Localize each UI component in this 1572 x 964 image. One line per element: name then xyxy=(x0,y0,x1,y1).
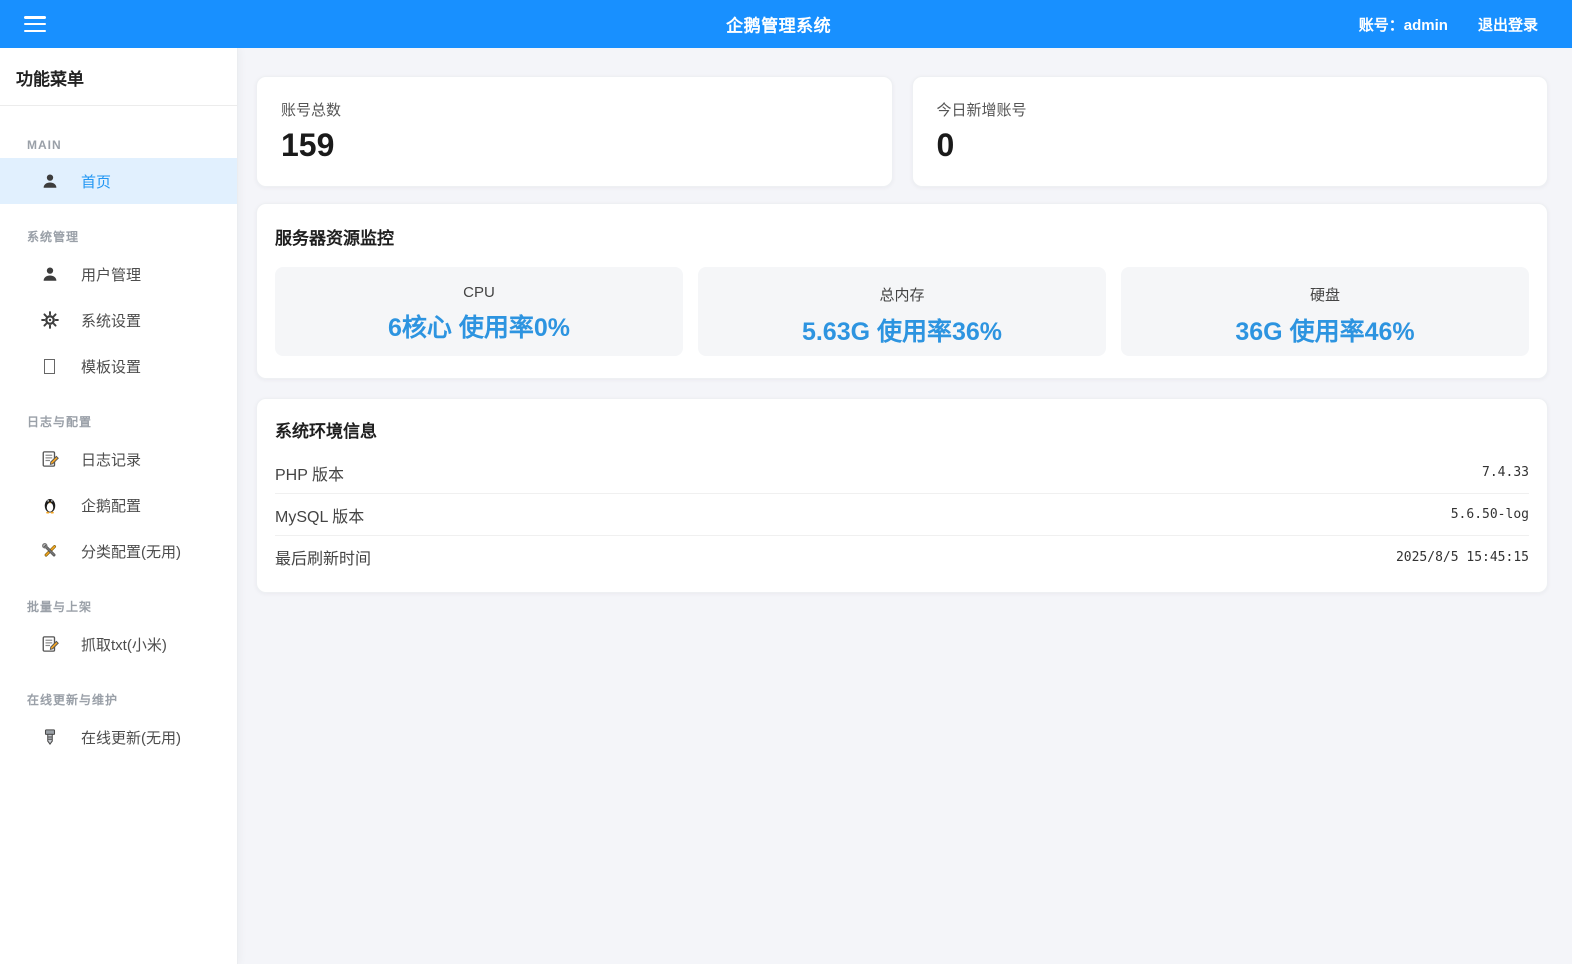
stat-value: 0 xyxy=(937,128,1524,163)
template-icon xyxy=(40,357,59,376)
sidebar-item-grab-txt[interactable]: 抓取txt(小米) xyxy=(0,621,237,667)
main-content: 账号总数 159 今日新增账号 0 服务器资源监控 CPU 6核心 使用率0% … xyxy=(238,48,1572,964)
metric-label: CPU xyxy=(285,284,673,301)
metric-label: 总内存 xyxy=(708,284,1096,305)
metric-cpu: CPU 6核心 使用率0% xyxy=(275,267,683,356)
metric-disk: 硬盘 36G 使用率46% xyxy=(1121,267,1529,356)
sidebar-item-label: 系统设置 xyxy=(81,310,141,331)
sidebar-item-label: 用户管理 xyxy=(81,264,141,285)
penguin-icon xyxy=(40,496,59,515)
system-env-title: 系统环境信息 xyxy=(275,417,1529,442)
app-title: 企鹅管理系统 xyxy=(726,12,831,37)
user-icon xyxy=(40,265,59,284)
env-row-php: PHP 版本 7.4.33 xyxy=(275,452,1529,494)
env-value: 2025/8/5 15:45:15 xyxy=(1396,550,1529,565)
home-user-icon xyxy=(40,172,59,191)
section-label-logs: 日志与配置 xyxy=(0,413,237,430)
update-bolt-icon xyxy=(40,728,59,747)
env-row-mysql: MySQL 版本 5.6.50-log xyxy=(275,494,1529,536)
sidebar-menu: MAIN 首页 系统管理 用户管理 xyxy=(0,106,237,760)
section-label-system: 系统管理 xyxy=(0,228,237,245)
sidebar-item-label: 抓取txt(小米) xyxy=(81,634,167,655)
sidebar-item-user-management[interactable]: 用户管理 xyxy=(0,251,237,297)
server-monitor-card: 服务器资源监控 CPU 6核心 使用率0% 总内存 5.63G 使用率36% 硬… xyxy=(256,203,1548,379)
sidebar-item-label: 模板设置 xyxy=(81,356,141,377)
system-env-card: 系统环境信息 PHP 版本 7.4.33 MySQL 版本 5.6.50-log… xyxy=(256,398,1548,593)
sidebar-item-system-settings[interactable]: 系统设置 xyxy=(0,297,237,343)
env-value: 5.6.50-log xyxy=(1451,507,1529,522)
sidebar-item-home[interactable]: 首页 xyxy=(0,158,237,204)
metric-value: 5.63G 使用率36% xyxy=(708,312,1096,348)
sidebar-item-template-settings[interactable]: 模板设置 xyxy=(0,343,237,389)
section-label-main: MAIN xyxy=(0,138,237,152)
stat-label: 账号总数 xyxy=(281,99,868,120)
metric-memory: 总内存 5.63G 使用率36% xyxy=(698,267,1106,356)
sidebar-item-label: 企鹅配置 xyxy=(81,495,141,516)
stat-value: 159 xyxy=(281,128,868,163)
gear-icon xyxy=(40,311,59,330)
sidebar: 功能菜单 MAIN 首页 系统管理 用户管理 xyxy=(0,48,238,964)
env-value: 7.4.33 xyxy=(1482,465,1529,480)
sidebar-item-penguin-config[interactable]: 企鹅配置 xyxy=(0,482,237,528)
env-label: MySQL 版本 xyxy=(275,503,364,527)
env-row-last-refresh: 最后刷新时间 2025/8/5 15:45:15 xyxy=(275,536,1529,578)
sidebar-item-online-update[interactable]: 在线更新(无用) xyxy=(0,714,237,760)
sidebar-item-label: 日志记录 xyxy=(81,449,141,470)
tools-icon xyxy=(40,542,59,561)
stat-card-new-accounts-today: 今日新增账号 0 xyxy=(912,76,1549,187)
log-memo-icon xyxy=(40,450,59,469)
sidebar-item-label: 首页 xyxy=(81,171,111,192)
stat-card-total-accounts: 账号总数 159 xyxy=(256,76,893,187)
hamburger-menu-icon[interactable] xyxy=(24,16,46,32)
sidebar-item-log-records[interactable]: 日志记录 xyxy=(0,436,237,482)
grab-memo-icon xyxy=(40,635,59,654)
sidebar-item-category-config[interactable]: 分类配置(无用) xyxy=(0,528,237,574)
top-bar: 企鹅管理系统 账号：admin 退出登录 xyxy=(0,0,1572,48)
account-label: 账号：admin xyxy=(1359,14,1448,35)
server-monitor-title: 服务器资源监控 xyxy=(275,224,1529,249)
env-label: 最后刷新时间 xyxy=(275,545,371,569)
sidebar-item-label: 分类配置(无用) xyxy=(81,541,181,562)
section-label-batch: 批量与上架 xyxy=(0,598,237,615)
metric-value: 36G 使用率46% xyxy=(1131,312,1519,348)
env-label: PHP 版本 xyxy=(275,461,344,485)
metric-label: 硬盘 xyxy=(1131,284,1519,305)
section-label-update: 在线更新与维护 xyxy=(0,691,237,708)
sidebar-title: 功能菜单 xyxy=(0,48,237,106)
logout-button[interactable]: 退出登录 xyxy=(1478,14,1538,35)
sidebar-item-label: 在线更新(无用) xyxy=(81,727,181,748)
metric-value: 6核心 使用率0% xyxy=(285,308,673,344)
stat-label: 今日新增账号 xyxy=(937,99,1524,120)
